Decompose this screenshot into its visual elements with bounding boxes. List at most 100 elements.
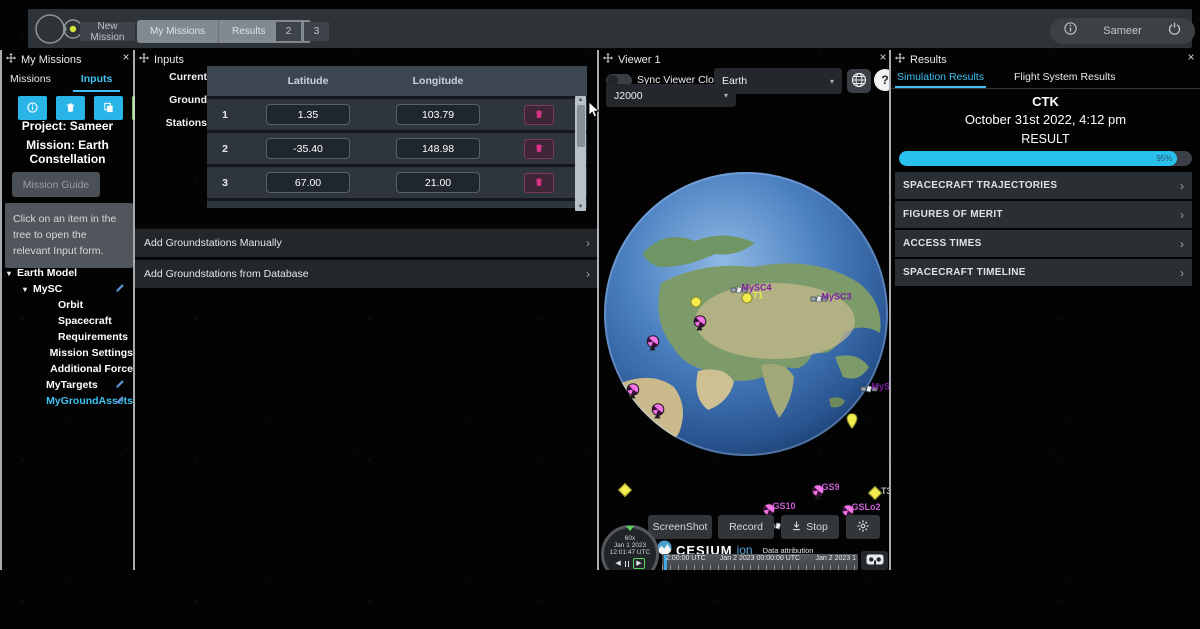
marker-label: GSLo2 [852, 502, 881, 512]
project-label: Project: Sameer [2, 119, 133, 133]
globe-marker[interactable] [847, 414, 858, 429]
accordion-row[interactable]: Add Groundstations from Database › [135, 258, 599, 288]
dot-marker-icon [742, 293, 753, 304]
screenshot-button[interactable]: ScreenShot [648, 515, 712, 539]
scroll-thumb[interactable] [577, 105, 585, 147]
frame-select[interactable]: J2000 ▾ [606, 84, 736, 107]
tree-arrow-icon: ▾ [23, 285, 33, 294]
mission-guide-button[interactable]: Mission Guide [12, 172, 100, 197]
move-icon[interactable] [603, 53, 613, 66]
result-heading: CTK [891, 94, 1200, 109]
stop-button[interactable]: Stop [781, 515, 839, 539]
trash-icon [534, 107, 544, 122]
longitude-input[interactable] [396, 104, 480, 125]
globe-marker[interactable]: MySC2 [861, 384, 878, 395]
edit-pencil-icon[interactable] [115, 283, 125, 296]
tree-item[interactable]: ▾ Earth Model [2, 265, 133, 281]
mission-info-button[interactable] [18, 96, 47, 120]
globe-marker[interactable]: MySC3 [811, 294, 828, 305]
globe-view-button[interactable] [847, 69, 871, 93]
tree-item[interactable]: Orbit [2, 297, 133, 313]
tab-simulation-results[interactable]: Simulation Results [895, 67, 986, 88]
info-icon[interactable] [1064, 22, 1077, 40]
globe-marker[interactable]: GS9 [811, 484, 826, 500]
results-panel: Results × Simulation Results Flight Syst… [889, 50, 1200, 570]
globe-marker[interactable]: T1 [742, 293, 753, 304]
viewer-settings-button[interactable] [846, 515, 880, 539]
mission-copy-button[interactable] [94, 96, 123, 120]
tree-item[interactable]: MyTargets [2, 377, 133, 393]
tree-item[interactable]: MyGroundAssets [2, 393, 133, 409]
close-icon[interactable]: × [120, 51, 132, 63]
tree-item[interactable]: ▾ MySC [2, 281, 133, 297]
tree-item[interactable]: Spacecraft [2, 313, 133, 329]
globe-marker[interactable] [646, 335, 661, 351]
nav-results[interactable]: Results [219, 20, 278, 43]
latitude-input[interactable] [266, 172, 350, 193]
inputs-panel: Inputs Current Ground Stations Latitude … [133, 50, 597, 570]
power-icon[interactable] [1168, 22, 1181, 40]
pause-button[interactable] [625, 561, 630, 567]
result-section-row[interactable]: SPACECRAFT TIMELINE › [895, 259, 1192, 286]
move-icon[interactable] [895, 53, 905, 66]
progress-fill: 95% [899, 151, 1177, 166]
new-mission-button[interactable]: New Mission [80, 22, 135, 41]
vr-mode-button[interactable] [861, 551, 888, 570]
scroll-down-icon[interactable]: ▼ [575, 204, 586, 210]
chevron-right-icon: › [586, 236, 590, 250]
info-icon [27, 101, 38, 116]
delete-station-button[interactable] [524, 139, 554, 159]
globe-marker[interactable] [626, 383, 641, 399]
tree-item[interactable]: Additional Force [2, 361, 133, 377]
accordion-row[interactable]: Add Groundstations Manually › [135, 227, 599, 257]
longitude-input[interactable] [396, 138, 480, 159]
move-icon[interactable] [6, 53, 16, 66]
earth-globe[interactable]: MySC4 T1 [603, 171, 889, 457]
table-scrollbar[interactable]: ▲ ▼ [575, 96, 586, 211]
user-name[interactable]: Sameer [1103, 25, 1142, 37]
trash-icon [534, 141, 544, 156]
tab-inputs[interactable]: Inputs [73, 68, 121, 92]
help-button[interactable]: ? [874, 69, 889, 91]
nav-my-missions[interactable]: My Missions [137, 20, 218, 43]
delete-station-button[interactable] [524, 105, 554, 125]
edit-pencil-icon[interactable] [115, 379, 125, 392]
clock-date: Jan 1 2023 [604, 542, 656, 549]
tab-missions[interactable]: Missions [2, 68, 59, 92]
play-button[interactable]: ▶ [633, 558, 644, 569]
result-section-row[interactable]: SPACECRAFT TRAJECTORIES › [895, 172, 1192, 199]
vr-goggles-icon [866, 553, 884, 568]
globe-marker[interactable] [691, 297, 702, 308]
row-index: 3 [207, 177, 243, 189]
diamond-marker-icon [868, 486, 882, 500]
trash-icon [65, 101, 76, 116]
tab-flight-system-results[interactable]: Flight System Results [1012, 67, 1118, 88]
groundstation-dish-icon [693, 315, 708, 331]
viewer-panel: Viewer 1 × Sync Viewer Clocks Earth ▾ ? … [597, 50, 889, 570]
result-section-row[interactable]: ACCESS TIMES › [895, 230, 1192, 257]
latitude-input[interactable] [266, 138, 350, 159]
tree-item[interactable]: Mission Settings [2, 345, 133, 361]
panel-title: Inputs [154, 54, 184, 66]
close-icon[interactable]: × [877, 51, 889, 63]
move-icon[interactable] [139, 53, 149, 66]
globe-marker[interactable]: T3 [870, 488, 880, 498]
step-back-button[interactable]: ◀ [615, 559, 620, 568]
tree-item[interactable]: Requirements [2, 329, 133, 345]
globe-marker[interactable] [693, 315, 708, 331]
close-icon[interactable]: × [1185, 51, 1197, 63]
result-section-row[interactable]: FIGURES OF MERIT › [895, 201, 1192, 228]
delete-station-button[interactable] [524, 173, 554, 193]
globe-marker[interactable] [651, 403, 666, 419]
latitude-input[interactable] [266, 104, 350, 125]
mission-delete-button[interactable] [56, 96, 85, 120]
chevron-right-icon: › [1180, 266, 1184, 280]
globe-marker[interactable] [620, 485, 630, 495]
scroll-up-icon[interactable]: ▲ [575, 97, 586, 103]
timeline-bar[interactable]: 2:00:00 UTC Jan 2 2023 00:00:00 UTC Jan … [662, 554, 858, 570]
longitude-input[interactable] [396, 172, 480, 193]
result-tab-3[interactable]: 3 [304, 22, 329, 41]
result-tab-2[interactable]: 2 [276, 22, 301, 41]
record-button[interactable]: Record [718, 515, 774, 539]
edit-pencil-icon[interactable] [115, 395, 125, 408]
